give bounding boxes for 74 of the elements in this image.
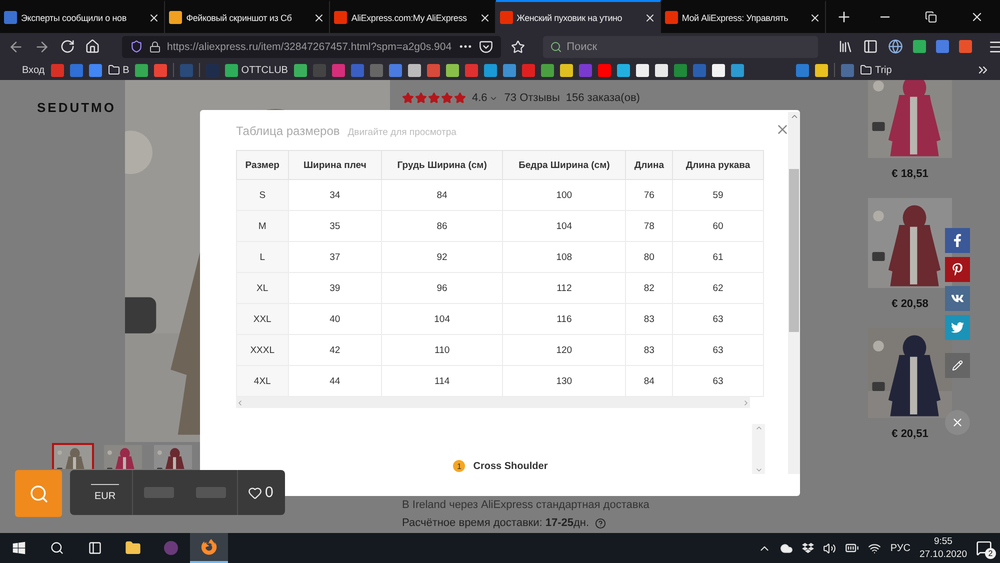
- notification-count: 2: [985, 548, 996, 559]
- table-cell: 63: [672, 366, 764, 396]
- table-cell: 80: [626, 242, 672, 272]
- dialog-hint: Двигайте для просмотра: [348, 127, 456, 138]
- table-cell: 44: [288, 366, 382, 396]
- column-header: Грудь Ширина (см): [382, 150, 503, 180]
- table-cell: 92: [382, 242, 503, 272]
- option-badge: 1: [453, 460, 466, 472]
- table-cell: 86: [382, 210, 503, 242]
- table-cell: 104: [502, 210, 626, 242]
- table-cell: 120: [502, 334, 626, 366]
- notifications-button[interactable]: 2: [976, 540, 992, 556]
- table-cell: 4XL: [236, 366, 288, 396]
- delivery-time: Расчётное время доставки: 17-25дн.: [402, 517, 590, 529]
- table-cell: 37: [288, 242, 382, 272]
- dialog-title: Таблица размеров: [236, 124, 340, 138]
- table-cell: 39: [288, 272, 382, 304]
- table-cell: 112: [502, 272, 626, 304]
- bookmark-link[interactable]: OTTCLUB: [225, 64, 288, 76]
- table-cell: 63: [672, 304, 764, 334]
- table-cell: 110: [382, 334, 503, 366]
- table-cell: 104: [382, 304, 503, 334]
- wishlist-button[interactable]: 0: [237, 470, 278, 515]
- table-cell: 63: [672, 334, 764, 366]
- table-cell: 40: [288, 304, 382, 334]
- language-indicator[interactable]: РУС: [890, 542, 910, 554]
- table-cell: XXL: [236, 304, 288, 334]
- table-cell: 78: [626, 210, 672, 242]
- column-header: Длина: [626, 150, 672, 180]
- table-cell: M: [236, 210, 288, 242]
- table-cell: 96: [382, 272, 503, 304]
- column-header: Ширина плеч: [288, 150, 382, 180]
- table-cell: S: [236, 180, 288, 210]
- table-cell: 83: [626, 334, 672, 366]
- table-cell: 60: [672, 210, 764, 242]
- bookmark-folder[interactable]: Trip: [860, 64, 892, 76]
- orders-count: 156 заказа(ов): [566, 92, 640, 104]
- table-cell: 100: [502, 180, 626, 210]
- table-cell: L: [236, 242, 288, 272]
- column-header: Длина рукава: [672, 150, 764, 180]
- column-header: Бедра Ширина (см): [502, 150, 626, 180]
- table-cell: 83: [626, 304, 672, 334]
- table-cell: 62: [672, 272, 764, 304]
- table-cell: 82: [626, 272, 672, 304]
- bookmark-link[interactable]: Вход: [22, 64, 45, 76]
- bookmark-folder[interactable]: В: [108, 64, 130, 76]
- table-cell: XXXL: [236, 334, 288, 366]
- table-cell: 35: [288, 210, 382, 242]
- table-cell: 61: [672, 242, 764, 272]
- table-cell: 84: [382, 180, 503, 210]
- table-cell: 34: [288, 180, 382, 210]
- table-cell: XL: [236, 272, 288, 304]
- table-cell: 116: [502, 304, 626, 334]
- product-price: € 18,51: [892, 168, 928, 180]
- product-price: € 20,51: [892, 428, 928, 440]
- brand-logo: SEDUTMO: [36, 99, 117, 117]
- table-cell: 108: [502, 242, 626, 272]
- address-field[interactable]: https://aliexpress.ru/item/32847267457.html?spm=a2g0s.904: [122, 36, 501, 58]
- currency-button[interactable]: EUR: [78, 470, 133, 515]
- table-cell: 76: [626, 180, 672, 210]
- table-cell: 59: [672, 180, 764, 210]
- rating-score[interactable]: 4.6: [472, 92, 488, 104]
- table-cell: 114: [382, 366, 503, 396]
- table-cell: 130: [502, 366, 626, 396]
- clock[interactable]: 9:55 27.10.2020: [919, 535, 967, 561]
- browser-tab[interactable]: Женский пуховик на утино: [496, 0, 661, 33]
- option-label[interactable]: Cross Shoulder: [473, 461, 548, 472]
- table-cell: 84: [626, 366, 672, 396]
- delivery-text: В Ireland через AliExpress стандартная доставка: [402, 499, 650, 511]
- search-field[interactable]: Поиск: [542, 36, 818, 58]
- reviews-link[interactable]: 73 Отзывы: [504, 92, 560, 104]
- column-header: Размер: [236, 150, 288, 180]
- product-price: € 20,58: [892, 298, 928, 310]
- table-cell: 42: [288, 334, 382, 366]
